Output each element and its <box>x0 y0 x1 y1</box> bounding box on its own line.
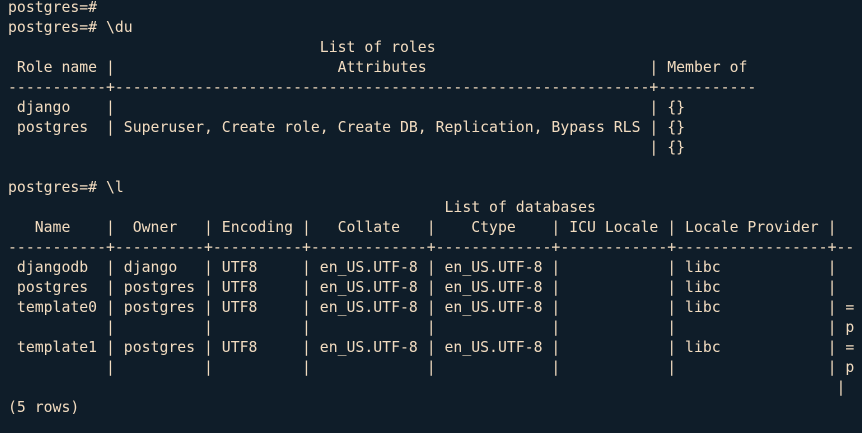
databases-table-row: djangodb | django | UTF8 | en_US.UTF-8 |… <box>8 259 846 276</box>
roles-table-title: List of roles <box>8 39 436 56</box>
databases-table-row: template1 | postgres | UTF8 | en_US.UTF-… <box>8 339 855 356</box>
roles-table-row: django | | {} <box>8 99 686 116</box>
databases-table-row: postgres | postgres | UTF8 | en_US.UTF-8… <box>8 279 846 296</box>
databases-table-row: | <box>8 379 846 396</box>
command-line-l: postgres=# \l <box>8 179 124 196</box>
roles-table-header: Role name | Attributes | Member of <box>8 59 748 76</box>
row-count: (5 rows) <box>8 399 80 416</box>
databases-table-header: Name | Owner | Encoding | Collate | Ctyp… <box>8 219 846 236</box>
databases-table-row: | | | | | | | p <box>8 359 855 376</box>
command-line-du: postgres=# \du <box>8 19 133 36</box>
databases-table-row: | | | | | | | p <box>8 319 855 336</box>
roles-table-row: | {} <box>8 139 686 156</box>
prompt-line: postgres=# <box>8 0 98 16</box>
databases-table-separator: -----------+----------+----------+------… <box>8 239 855 256</box>
databases-table-title: List of databases <box>8 199 596 216</box>
roles-table-separator: -----------+----------------------------… <box>8 79 757 96</box>
roles-table-row: postgres | Superuser, Create role, Creat… <box>8 119 686 136</box>
terminal-window[interactable]: postgres=# postgres=# \du List of roles … <box>0 0 862 433</box>
databases-table-row: template0 | postgres | UTF8 | en_US.UTF-… <box>8 299 855 316</box>
